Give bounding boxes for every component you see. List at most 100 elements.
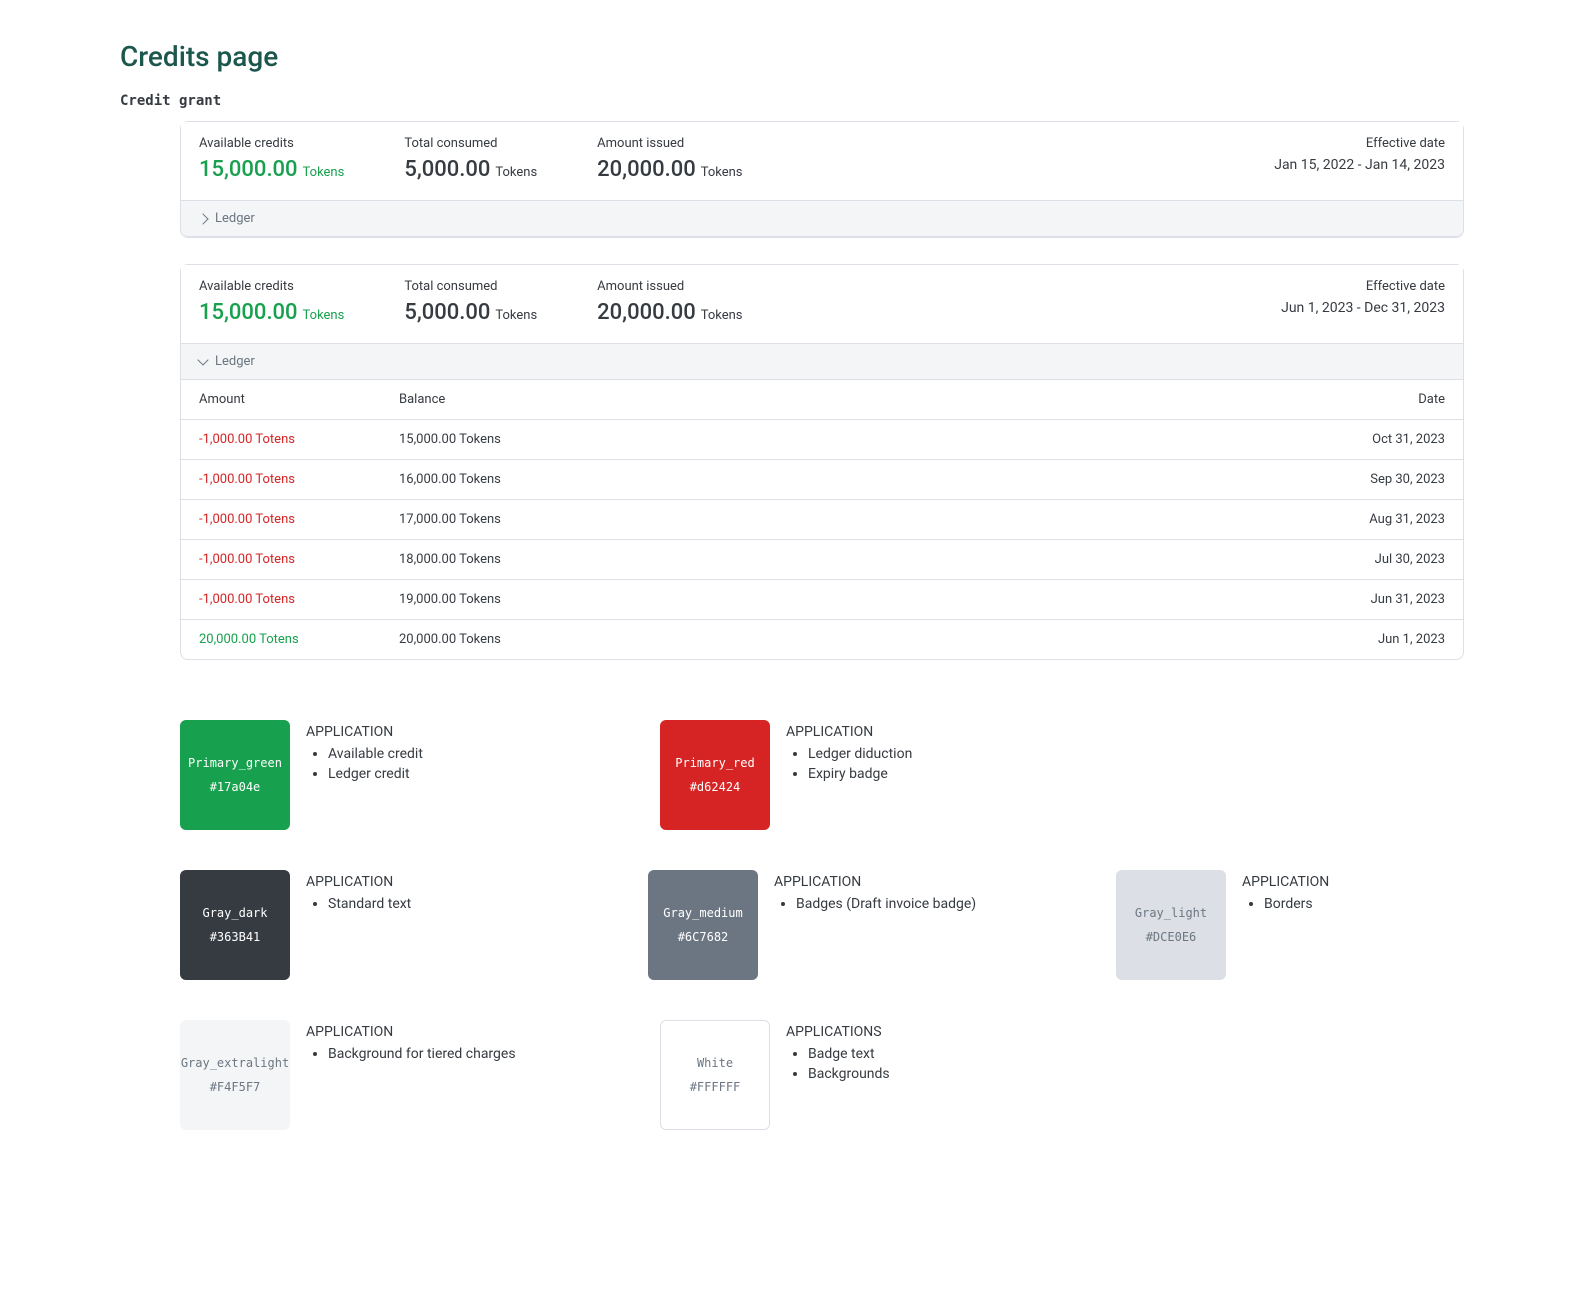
ledger-row: -1,000.00 Totens16,000.00 TokensSep 30, … (181, 459, 1463, 499)
swatch-info: APPLICATIONBadges (Draft invoice badge) (774, 870, 976, 916)
swatch-block: Gray_dark #363B41 APPLICATIONStandard text (180, 870, 528, 980)
chevron-right-icon (197, 213, 208, 224)
swatch-block: Gray_medium#6C7682 APPLICATIONBadges (Dra… (648, 870, 996, 980)
swatch-hex: #FFFFFF (690, 1078, 741, 1096)
date-value: Jun 1, 2023 - Dec 31, 2023 (1281, 300, 1445, 316)
swatch-hex: #d62424 (690, 778, 741, 796)
chevron-down-icon (197, 354, 208, 365)
ledger-date: Aug 31, 2023 (1305, 512, 1445, 527)
swatch-hex: #F4F5F7 (210, 1078, 261, 1096)
metric-label: Amount issued (597, 279, 742, 294)
swatch-hex: #DCE0E6 (1146, 928, 1197, 946)
application-label: APPLICATION (786, 724, 912, 740)
application-list: Borders (1242, 896, 1329, 912)
grant-summary: Available credits15,000.00 TokensTotal c… (181, 265, 1463, 343)
swatch-info: APPLICATIONStandard text (306, 870, 411, 916)
ledger-amount: -1,000.00 Totens (199, 552, 399, 567)
metric: Available credits 15,000.00 Tokens (199, 136, 344, 182)
ledger-date: Jun 31, 2023 (1305, 592, 1445, 607)
color-swatch: Primary_red #d62424 (660, 720, 770, 830)
swatch-name: Gray_dark (202, 904, 267, 922)
color-swatch: Gray_light #DCE0E6 (1116, 870, 1226, 980)
ledger-row: -1,000.00 Totens17,000.00 TokensAug 31, … (181, 499, 1463, 539)
ledger-row: 20,000.00 Totens20,000.00 TokensJun 1, 2… (181, 619, 1463, 659)
swatch-info: APPLICATION Borders (1242, 870, 1329, 916)
metric-value: 15,000.00 Tokens (199, 157, 344, 182)
swatch-block: Gray_extralight #F4F5F7 APPLICATIONBackgro… (180, 1020, 540, 1130)
application-label: APPLICATIONS (786, 1024, 890, 1040)
ledger-date: Jun 1, 2023 (1305, 632, 1445, 647)
ledger-row: -1,000.00 Totens15,000.00 TokensOct 31, … (181, 419, 1463, 459)
ledger-amount: -1,000.00 Totens (199, 472, 399, 487)
application-list: Standard text (306, 896, 411, 912)
metric-unit: Tokens (300, 165, 345, 180)
ledger-balance: 16,000.00 Tokens (399, 472, 1305, 487)
swatch-row: Primary_green#17a04eAPPLICATIONAvailable… (180, 720, 1464, 830)
swatch-hex: #17a04e (210, 778, 261, 796)
date-value: Jan 15, 2022 - Jan 14, 2023 (1274, 157, 1445, 173)
date-label: Effective date (1274, 136, 1445, 151)
swatch-hex: #363B41 (210, 928, 261, 946)
ledger-table-header: AmountBalanceDate (181, 380, 1463, 419)
ledger-date: Jul 30, 2023 (1305, 552, 1445, 567)
metric-unit: Tokens (698, 165, 743, 180)
swatch-name: Gray_extralight (181, 1054, 289, 1072)
swatch-block: Primary_red #d62424 APPLICATION Ledger didu… (660, 720, 1020, 830)
application-list: Badge text Backgrounds (786, 1046, 890, 1082)
effective-date: Effective date Jan 15, 2022 - Jan 14, 202… (1274, 136, 1445, 182)
ledger-toggle[interactable]: Ledger (181, 200, 1463, 237)
list-item: Badge text (808, 1046, 890, 1062)
ledger-balance: 20,000.00 Tokens (399, 632, 1305, 647)
swatch-hex: #6C7682 (678, 928, 729, 946)
list-item: Ledger diduction (808, 746, 912, 762)
ledger-label: Ledger (215, 211, 255, 226)
list-item: Standard text (328, 896, 411, 912)
application-label: APPLICATION (306, 724, 423, 740)
list-item: Expiry badge (808, 766, 912, 782)
metric-label: Available credits (199, 136, 344, 151)
list-item: Backgrounds (808, 1066, 890, 1082)
metric-unit: Tokens (492, 165, 537, 180)
metric-label: Total consumed (404, 136, 537, 151)
date-label: Effective date (1281, 279, 1445, 294)
list-item: Available credit (328, 746, 423, 762)
metric: Total consumed 5,000.00 Tokens (404, 136, 537, 182)
application-list: Badges (Draft invoice badge) (774, 896, 976, 912)
ledger-amount: -1,000.00 Totens (199, 432, 399, 447)
swatch-name: Primary_red (675, 754, 754, 772)
metric-label: Available credits (199, 279, 344, 294)
swatch-name: White (697, 1054, 733, 1072)
swatch-block: White #FFFFFF APPLICATIONS Badge text Backgr… (660, 1020, 1020, 1130)
ledger-row: -1,000.00 Totens19,000.00 TokensJun 31, … (181, 579, 1463, 619)
ledger-balance: 17,000.00 Tokens (399, 512, 1305, 527)
metric-value: 5,000.00 Tokens (404, 300, 537, 325)
swatch-row: Gray_dark#363B41APPLICATIONStandard text… (180, 870, 1464, 980)
metric-value: 20,000.00 Tokens (597, 300, 742, 325)
color-swatch: Gray_medium#6C7682 (648, 870, 758, 980)
ledger-row: -1,000.00 Totens18,000.00 TokensJul 30, … (181, 539, 1463, 579)
ledger-amount: -1,000.00 Totens (199, 592, 399, 607)
application-list: Background for tiered charges (306, 1046, 516, 1062)
grant-summary: Available credits 15,000.00 Tokens Total c… (181, 122, 1463, 200)
metric-unit: Tokens (300, 308, 345, 323)
ledger-label: Ledger (215, 354, 255, 369)
metric-label: Total consumed (404, 279, 537, 294)
color-swatch: Gray_dark #363B41 (180, 870, 290, 980)
metric: Total consumed 5,000.00 Tokens (404, 279, 537, 325)
ledger-toggle[interactable]: Ledger (181, 343, 1463, 380)
ledger-date: Oct 31, 2023 (1305, 432, 1445, 447)
swatch-name: Gray_light (1135, 904, 1207, 922)
application-label: APPLICATION (1242, 874, 1329, 890)
ledger-amount: 20,000.00 Totens (199, 632, 399, 647)
ledger-balance: 18,000.00 Tokens (399, 552, 1305, 567)
ledger-balance: 15,000.00 Tokens (399, 432, 1305, 447)
metric-unit: Tokens (492, 308, 537, 323)
list-item: Background for tiered charges (328, 1046, 516, 1062)
list-item: Borders (1264, 896, 1329, 912)
ledger-date: Sep 30, 2023 (1305, 472, 1445, 487)
color-swatch: White #FFFFFF (660, 1020, 770, 1130)
swatch-info: APPLICATIONBackground for tiered charges (306, 1020, 516, 1066)
metric-value: 5,000.00 Tokens (404, 157, 537, 182)
swatch-block: Primary_green#17a04eAPPLICATIONAvailable… (180, 720, 540, 830)
ledger-amount: -1,000.00 Totens (199, 512, 399, 527)
